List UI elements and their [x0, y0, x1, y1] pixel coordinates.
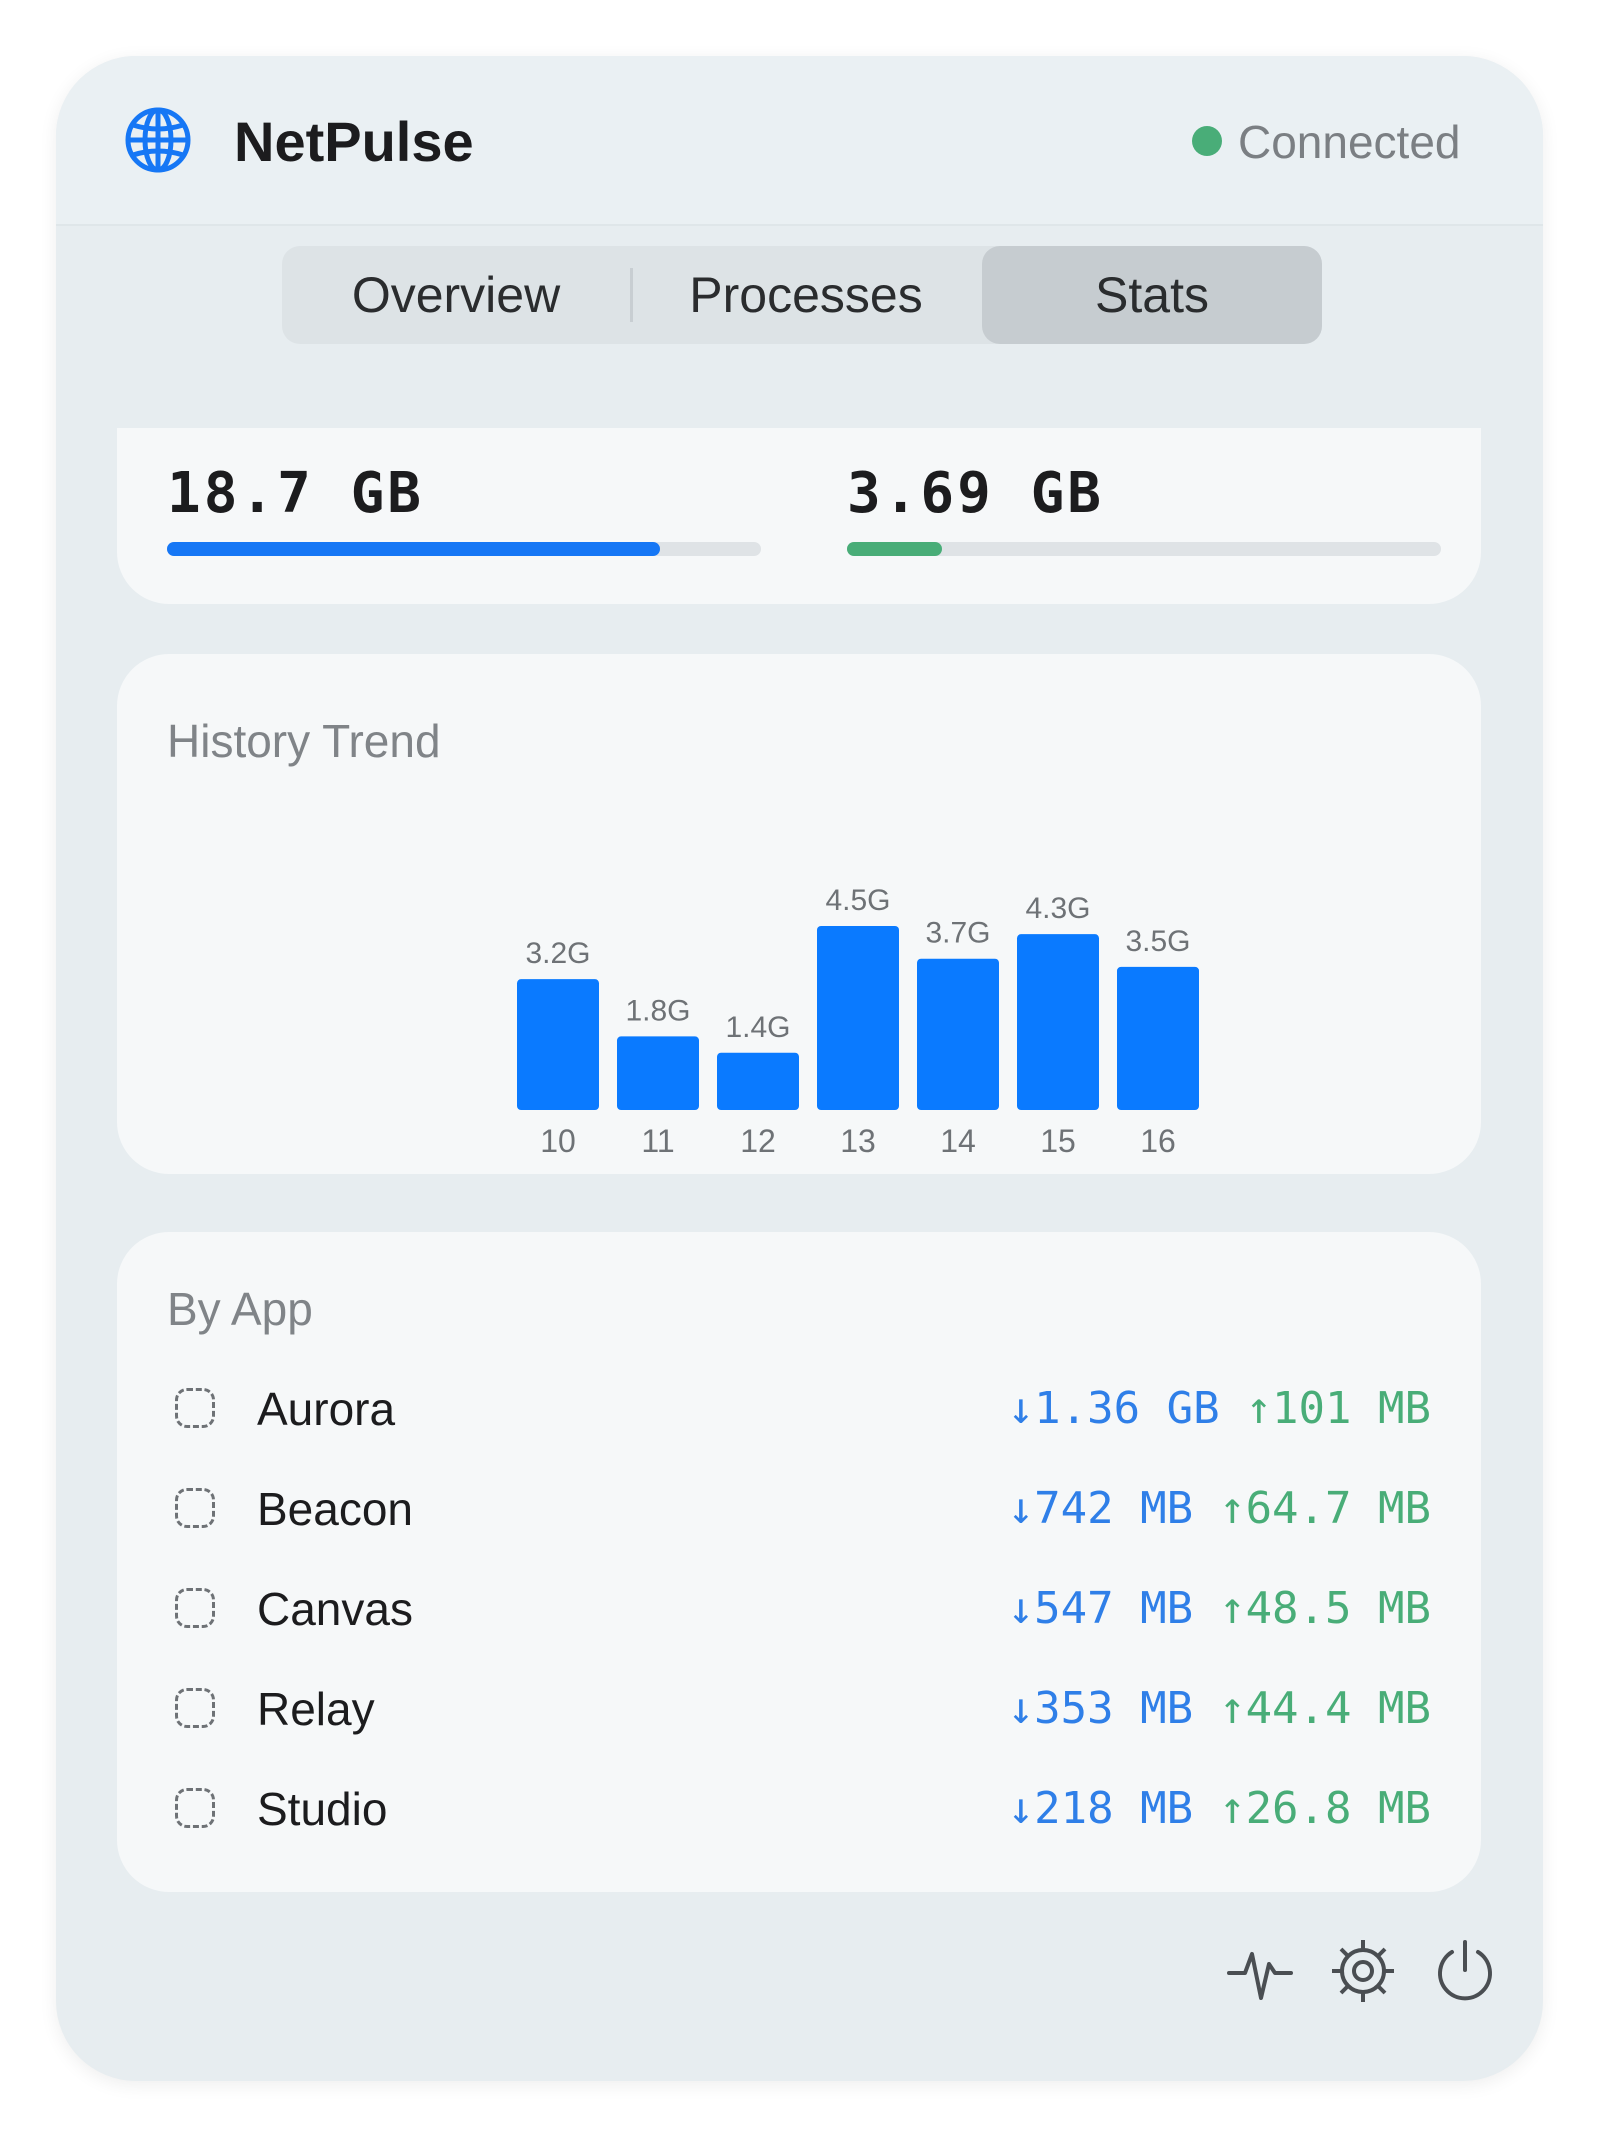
trend-bar-value-label: 3.2G [525, 937, 590, 970]
tab-bar: Overview Processes Stats [282, 246, 1322, 344]
totals-card: 18.7 GB 3.69 GB [117, 428, 1481, 604]
trend-bar [1017, 934, 1099, 1110]
tab-processes[interactable]: Processes [630, 246, 982, 344]
history-trend-card: History Trend 3.2G 10 1.8G 11 1.4G 12 4.5G 13 3.… [117, 654, 1481, 1174]
netpulse-panel: NetPulse Connected Overview Processes St… [56, 56, 1543, 2081]
trend-bar-value-label: 1.8G [625, 994, 690, 1027]
upload-usage-bar [847, 542, 1441, 556]
app-row[interactable]: Relay ↓353 MB ↑44.4 MB [117, 1666, 1481, 1756]
app-traffic: ↓218 MB ↑26.8 MB [1008, 1782, 1431, 1836]
upload-total: 3.69 GB [847, 461, 1105, 526]
app-name: Canvas [257, 1583, 413, 1635]
upload-amount: ↑101 MB [1245, 1383, 1431, 1434]
upload-amount: ↑64.7 MB [1219, 1483, 1431, 1534]
download-amount: ↓1.36 GB [1007, 1383, 1220, 1434]
trend-bar-value-label: 3.5G [1125, 925, 1190, 958]
by-app-title: By App [167, 1283, 313, 1335]
status-dot [1192, 126, 1222, 156]
tab-stats[interactable]: Stats [982, 246, 1322, 344]
trend-bar [517, 979, 599, 1110]
globe-icon [125, 107, 191, 173]
app-select-checkbox[interactable] [175, 1688, 215, 1728]
trend-bar [617, 1036, 699, 1110]
app-title: NetPulse [234, 110, 474, 173]
download-amount: ↓547 MB [1007, 1583, 1194, 1634]
upload-usage-fill [847, 542, 943, 556]
connection-status: Connected [1238, 116, 1461, 168]
trend-x-tick-label: 10 [540, 1123, 576, 1159]
tab-overview[interactable]: Overview [282, 246, 630, 344]
trend-bar-value-label: 4.5G [825, 884, 890, 917]
trend-bar [717, 1052, 799, 1110]
download-usage-fill [167, 542, 661, 556]
app-select-checkbox[interactable] [175, 1588, 215, 1628]
download-usage-bar [167, 542, 761, 556]
app-name: Aurora [257, 1383, 396, 1435]
trend-x-tick-label: 14 [940, 1123, 976, 1159]
app-traffic: ↓353 MB ↑44.4 MB [1008, 1682, 1431, 1736]
header: NetPulse Connected [56, 56, 1543, 226]
trend-bar-value-label: 1.4G [725, 1011, 790, 1044]
app-name: Beacon [257, 1483, 414, 1535]
app-traffic: ↓547 MB ↑48.5 MB [1008, 1582, 1431, 1636]
trend-bar [917, 958, 999, 1110]
gear-icon[interactable] [1328, 1936, 1398, 2006]
by-app-card: By App Aurora ↓1.36 GB ↑101 MB Beacon ↓74… [117, 1232, 1481, 1892]
app-row[interactable]: Aurora ↓1.36 GB ↑101 MB [117, 1366, 1481, 1456]
app-traffic: ↓1.36 GB ↑101 MB [1008, 1382, 1431, 1436]
app-select-checkbox[interactable] [175, 1388, 215, 1428]
trend-bar-value-label: 3.7G [925, 917, 990, 950]
power-icon[interactable] [1430, 1936, 1500, 2006]
trend-x-tick-label: 11 [641, 1123, 674, 1159]
app-row[interactable]: Beacon ↓742 MB ↑64.7 MB [117, 1466, 1481, 1556]
trend-x-tick-label: 13 [840, 1123, 876, 1159]
upload-amount: ↑26.8 MB [1219, 1783, 1431, 1834]
app-select-checkbox[interactable] [175, 1488, 215, 1528]
upload-amount: ↑48.5 MB [1219, 1583, 1431, 1634]
download-amount: ↓742 MB [1007, 1483, 1194, 1534]
app-name: Studio [257, 1783, 388, 1835]
trend-bar-value-label: 4.3G [1025, 892, 1090, 925]
activity-icon[interactable] [1225, 1936, 1295, 2006]
trend-x-tick-label: 16 [1140, 1123, 1176, 1159]
app-name: Relay [257, 1683, 375, 1735]
app-row[interactable]: Studio ↓218 MB ↑26.8 MB [117, 1766, 1481, 1856]
upload-amount: ↑44.4 MB [1219, 1683, 1431, 1734]
download-amount: ↓218 MB [1007, 1783, 1194, 1834]
trend-bar [1117, 966, 1199, 1110]
download-amount: ↓353 MB [1007, 1683, 1194, 1734]
app-row[interactable]: Canvas ↓547 MB ↑48.5 MB [117, 1566, 1481, 1656]
trend-x-tick-label: 12 [740, 1123, 776, 1159]
trend-x-tick-label: 15 [1040, 1123, 1076, 1159]
app-traffic: ↓742 MB ↑64.7 MB [1008, 1482, 1431, 1536]
history-trend-chart: 3.2G 10 1.8G 11 1.4G 12 4.5G 13 3.7G 14 4.3G 15 3.5G… [517, 884, 1199, 1159]
trend-bar [817, 926, 899, 1110]
download-total: 18.7 GB [167, 461, 425, 526]
app-select-checkbox[interactable] [175, 1788, 215, 1828]
